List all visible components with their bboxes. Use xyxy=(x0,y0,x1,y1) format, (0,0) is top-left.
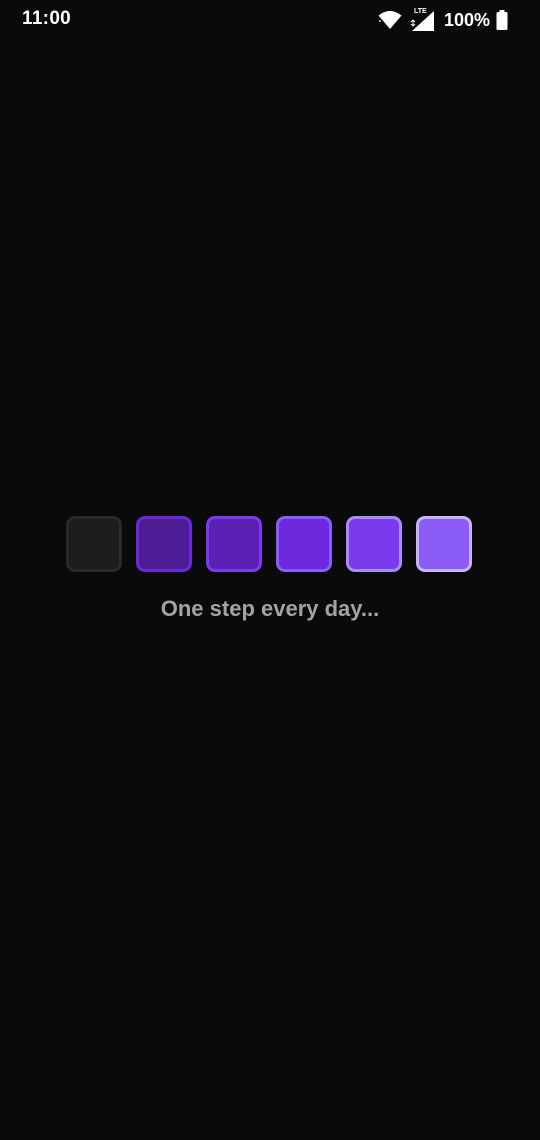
status-time: 11:00 xyxy=(22,8,72,29)
cell-signal-icon xyxy=(410,11,434,31)
progress-square xyxy=(206,516,262,572)
progress-square xyxy=(346,516,402,572)
loading-caption: One step every day... xyxy=(160,596,380,621)
progress-square xyxy=(416,516,472,572)
status-icons: LTE 100% xyxy=(378,7,508,33)
wifi-icon xyxy=(378,11,402,29)
cell-signal: LTE xyxy=(408,8,434,31)
progress-square xyxy=(66,516,122,572)
progress-square xyxy=(136,516,192,572)
progress-square xyxy=(276,516,332,572)
status-bar: 11:00 LTE 100% xyxy=(0,0,540,40)
battery-icon xyxy=(496,10,508,30)
battery-percent: 100% xyxy=(443,9,490,30)
